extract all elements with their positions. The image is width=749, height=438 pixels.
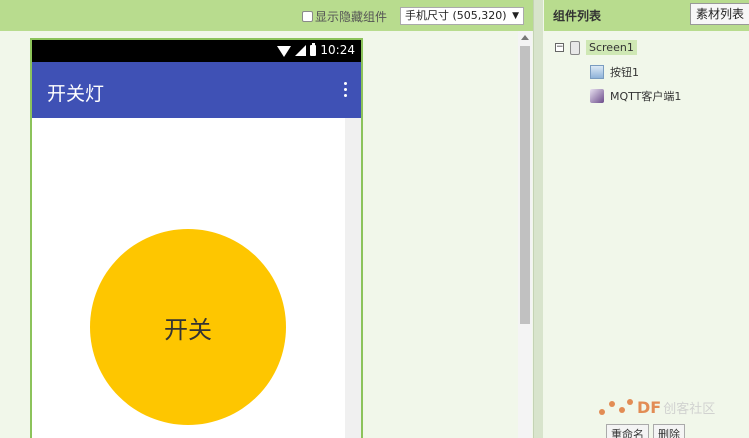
signal-icon bbox=[295, 44, 307, 56]
tree-item-label: 按钮1 bbox=[610, 66, 639, 79]
watermark-text: 创客社区 bbox=[663, 401, 716, 417]
viewer-toolbar: 显示隐藏组件 手机尺寸 (505,320) ▼ bbox=[0, 0, 533, 31]
phone-scrollbar[interactable] bbox=[345, 118, 361, 438]
phone-size-select[interactable]: 手机尺寸 (505,320) ▼ bbox=[400, 7, 524, 25]
phone-size-value: 手机尺寸 (505,320) bbox=[405, 9, 507, 22]
tree-item-mqtt1[interactable]: MQTT客户端1 bbox=[590, 88, 681, 104]
tree-item-screen1[interactable]: − Screen1 bbox=[555, 40, 637, 55]
mqtt-icon bbox=[590, 89, 604, 103]
scroll-up-arrow-icon[interactable] bbox=[521, 35, 529, 40]
dropdown-arrow-icon: ▼ bbox=[512, 11, 519, 21]
scroll-thumb[interactable] bbox=[520, 46, 530, 324]
tree-item-label: MQTT客户端1 bbox=[610, 90, 682, 103]
button-icon bbox=[590, 65, 604, 79]
overflow-menu-icon[interactable] bbox=[344, 82, 347, 97]
assets-list-button[interactable]: 素材列表 bbox=[690, 3, 749, 25]
wifi-icon bbox=[277, 45, 292, 57]
toggle-button-label: 开关 bbox=[164, 315, 212, 344]
toggle-button[interactable]: 开关 bbox=[90, 229, 286, 425]
tree-item-label: Screen1 bbox=[586, 40, 637, 55]
viewer-scrollbar[interactable] bbox=[518, 31, 532, 438]
components-title: 组件列表 bbox=[553, 9, 602, 23]
delete-button[interactable]: 删除 bbox=[653, 424, 685, 438]
app-title: 开关灯 bbox=[47, 83, 105, 105]
app-bar: 开关灯 bbox=[32, 62, 361, 118]
collapse-icon[interactable]: − bbox=[555, 43, 564, 52]
components-panel-header: 组件列表 素材列表 bbox=[544, 0, 749, 31]
watermark-brand: DF bbox=[637, 397, 662, 417]
battery-icon bbox=[310, 42, 317, 56]
components-tree: − Screen1 按钮1 MQTT客户端1 bbox=[544, 31, 749, 438]
show-hidden-toggle[interactable]: 显示隐藏组件 bbox=[302, 8, 387, 25]
rename-button[interactable]: 重命名 bbox=[606, 424, 649, 438]
status-bar: 10:24 bbox=[32, 40, 361, 62]
watermark: DF 创客社区 bbox=[599, 397, 715, 417]
tree-item-button1[interactable]: 按钮1 bbox=[590, 64, 639, 80]
phone-preview: 10:24 开关灯 开关 bbox=[30, 38, 363, 438]
show-hidden-label: 显示隐藏组件 bbox=[315, 10, 388, 24]
watermark-logo-icon bbox=[599, 397, 635, 417]
panel-divider[interactable] bbox=[533, 0, 543, 438]
show-hidden-checkbox[interactable] bbox=[302, 11, 313, 22]
status-time: 10:24 bbox=[320, 43, 355, 57]
component-actions: 重命名 删除 bbox=[606, 424, 685, 438]
screen-icon bbox=[570, 40, 580, 55]
